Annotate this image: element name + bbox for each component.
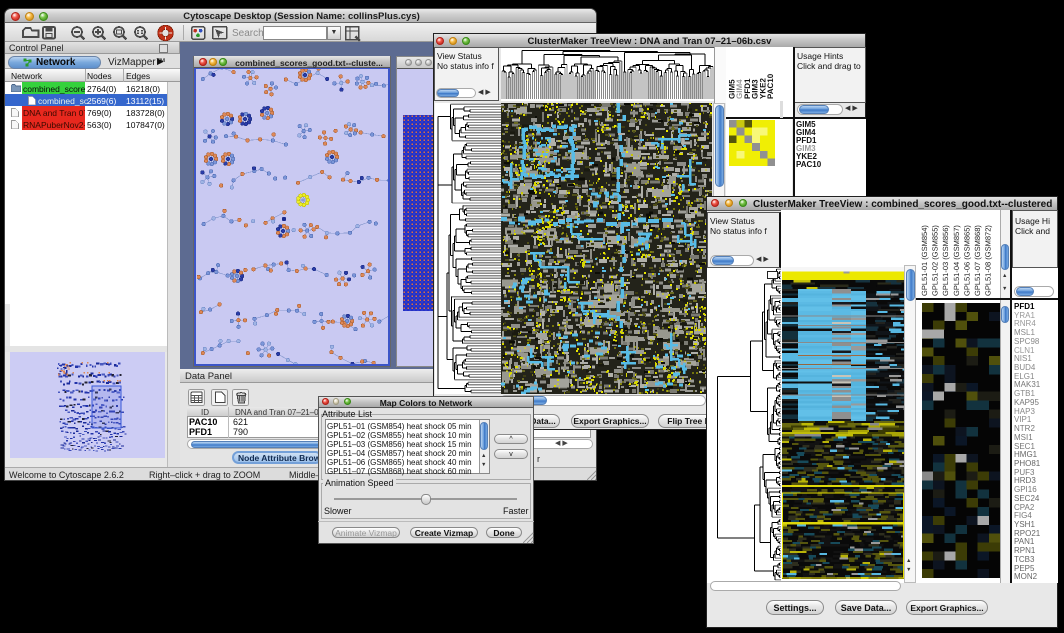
svg-text:GPL51-06 (GSM865): GPL51-06 (GSM865) [962,225,971,296]
svg-text:GPL51-07 (GSM868): GPL51-07 (GSM868) [973,225,982,296]
svg-text:GPL51-08 (GSM872): GPL51-08 (GSM872) [984,225,993,296]
svg-text:GPL51-04 (GSM857): GPL51-04 (GSM857) [952,225,961,296]
svg-text:GPL51-02 (GSM855): GPL51-02 (GSM855) [931,225,940,296]
svg-text:GPL51-03 (GSM856): GPL51-03 (GSM856) [941,225,950,296]
svg-text:GPL51-01 (GSM854): GPL51-01 (GSM854) [920,225,929,296]
svg-text:PAC10: PAC10 [766,73,775,99]
